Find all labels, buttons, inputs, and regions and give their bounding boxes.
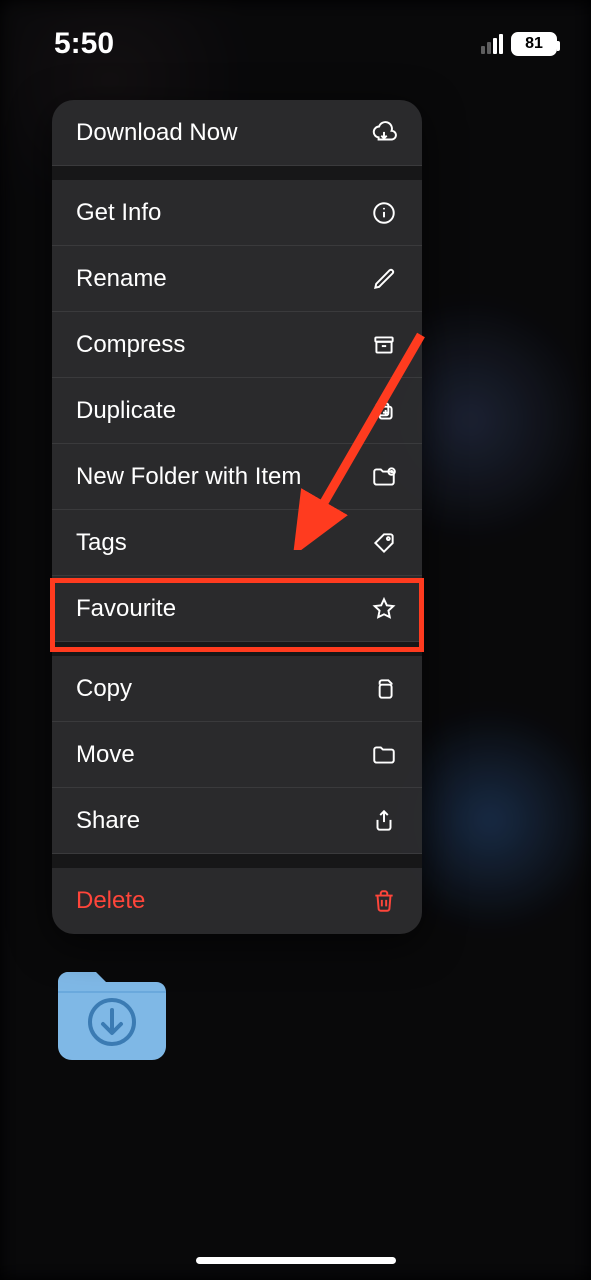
copy-icon — [370, 675, 398, 703]
menu-section-break — [52, 166, 422, 180]
battery-icon: 81 — [511, 32, 557, 56]
menu-item-compress[interactable]: Compress — [52, 312, 422, 378]
menu-item-favourite[interactable]: Favourite — [52, 576, 422, 642]
menu-item-label: Copy — [76, 675, 132, 703]
menu-item-tags[interactable]: Tags — [52, 510, 422, 576]
menu-section-break — [52, 854, 422, 868]
context-menu: Download Now Get Info Rename Compress Du… — [52, 100, 422, 934]
info-icon — [370, 199, 398, 227]
menu-item-share[interactable]: Share — [52, 788, 422, 854]
menu-item-label: New Folder with Item — [76, 463, 301, 491]
duplicate-icon — [370, 397, 398, 425]
menu-item-duplicate[interactable]: Duplicate — [52, 378, 422, 444]
menu-item-label: Duplicate — [76, 397, 176, 425]
cloud-download-icon — [370, 119, 398, 147]
battery-percent: 81 — [525, 35, 543, 53]
home-indicator[interactable] — [196, 1257, 396, 1264]
menu-item-download-now[interactable]: Download Now — [52, 100, 422, 166]
downloads-folder-thumbnail[interactable] — [52, 960, 172, 1064]
archive-icon — [370, 331, 398, 359]
star-icon — [370, 595, 398, 623]
cellular-signal-icon — [481, 34, 503, 54]
status-right: 81 — [481, 32, 557, 56]
folder-icon — [370, 741, 398, 769]
menu-item-label: Move — [76, 741, 135, 769]
menu-section-break — [52, 642, 422, 656]
menu-item-label: Delete — [76, 887, 145, 915]
share-icon — [370, 807, 398, 835]
trash-icon — [370, 887, 398, 915]
menu-item-delete[interactable]: Delete — [52, 868, 422, 934]
menu-item-label: Favourite — [76, 595, 176, 623]
menu-item-label: Compress — [76, 331, 185, 359]
menu-item-copy[interactable]: Copy — [52, 656, 422, 722]
menu-item-get-info[interactable]: Get Info — [52, 180, 422, 246]
tag-icon — [370, 529, 398, 557]
menu-item-label: Download Now — [76, 119, 237, 147]
folder-plus-icon — [370, 463, 398, 491]
status-bar: 5:50 81 — [0, 24, 591, 64]
menu-item-move[interactable]: Move — [52, 722, 422, 788]
menu-item-new-folder-with-item[interactable]: New Folder with Item — [52, 444, 422, 510]
menu-item-label: Get Info — [76, 199, 161, 227]
menu-item-rename[interactable]: Rename — [52, 246, 422, 312]
menu-item-label: Tags — [76, 529, 127, 557]
menu-item-label: Share — [76, 807, 140, 835]
pencil-icon — [370, 265, 398, 293]
status-time: 5:50 — [54, 27, 114, 61]
menu-item-label: Rename — [76, 265, 167, 293]
